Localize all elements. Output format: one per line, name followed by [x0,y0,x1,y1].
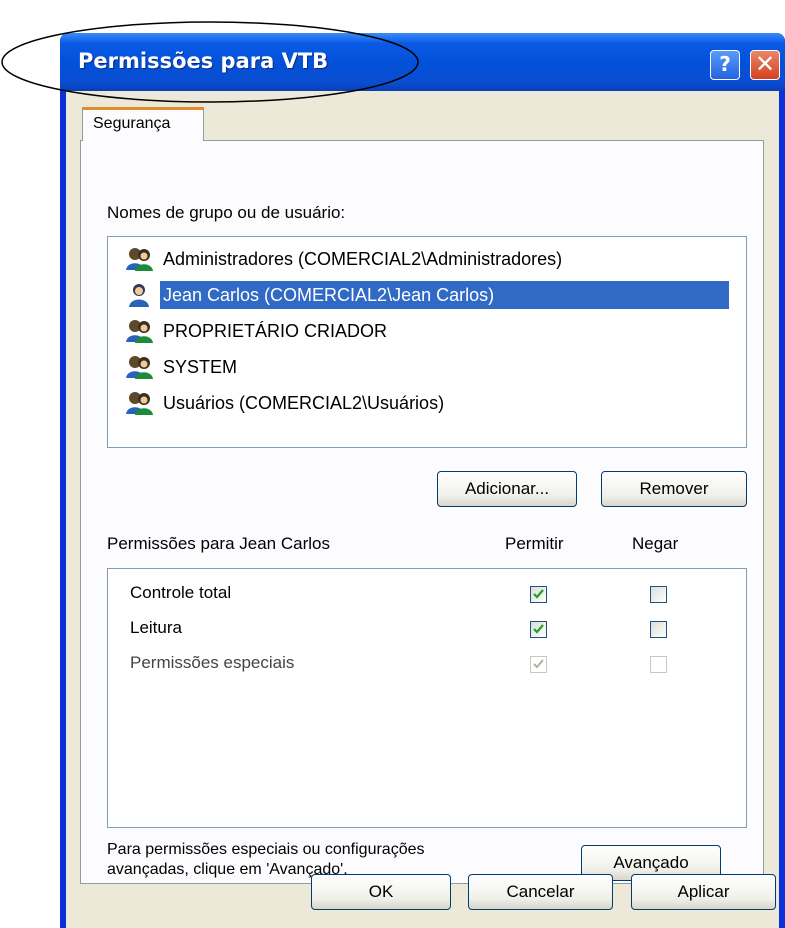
tab-seguranca[interactable]: Segurança [82,107,204,141]
